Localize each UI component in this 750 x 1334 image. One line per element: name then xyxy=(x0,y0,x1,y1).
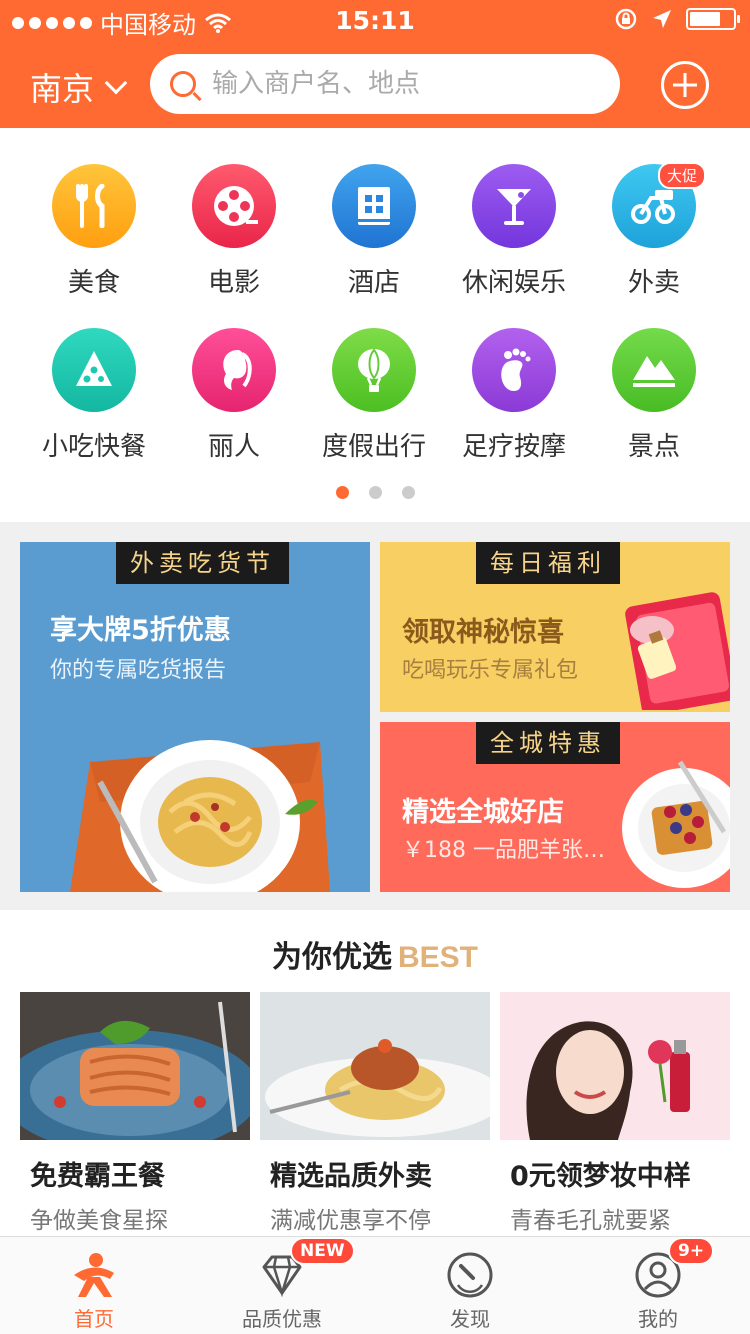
cocktail-icon xyxy=(472,164,556,248)
category-food[interactable]: 美食 xyxy=(24,164,164,299)
page-indicator xyxy=(336,486,415,499)
promo-badge: 每日福利 xyxy=(476,542,620,584)
promo-card-citywide[interactable]: 全城特惠 精选全城好店 ￥188 一品肥羊张… xyxy=(380,722,730,892)
pick-card-free-meal[interactable]: 免费霸王餐 争做美食星探 xyxy=(20,992,250,1235)
user-icon: 9+ xyxy=(634,1237,715,1299)
category-travel[interactable]: 度假出行 xyxy=(304,328,444,463)
category-hotel[interactable]: 酒店 xyxy=(304,164,444,299)
category-label: 丽人 xyxy=(207,432,260,462)
category-leisure[interactable]: 休闲娱乐 xyxy=(444,164,584,299)
promo-title: 领取神秘惊喜 xyxy=(402,617,564,648)
bottom-tab-bar: 首页 NEW 品质优惠 发现 9+ 我的 xyxy=(0,1236,750,1334)
model-portrait-image xyxy=(500,992,730,1140)
category-label: 电影 xyxy=(207,268,260,298)
promo-title: 享大牌5折优惠 xyxy=(50,615,231,646)
promo-subtitle: 吃喝玩乐专属礼包 xyxy=(402,658,579,683)
gift-box-image xyxy=(625,592,730,710)
category-label: 景点 xyxy=(627,432,680,462)
compass-icon xyxy=(446,1251,494,1299)
city-selector[interactable]: 南京 xyxy=(30,64,128,110)
search-input[interactable] xyxy=(212,69,592,99)
tab-label: 发现 xyxy=(450,1307,490,1331)
promo-subtitle: 你的专属吃货报告 xyxy=(50,658,227,683)
tab-quality-deals[interactable]: NEW 品质优惠 xyxy=(188,1237,376,1334)
tab-discover[interactable]: 发现 xyxy=(376,1237,564,1334)
pick-subtitle: 争做美食星探 xyxy=(30,1208,168,1234)
add-button[interactable] xyxy=(661,61,709,109)
promo-title: 精选全城好店 xyxy=(402,797,564,828)
section-title-cn: 为你优选 xyxy=(271,940,392,975)
city-label: 南京 xyxy=(30,70,95,108)
promo-card-daily[interactable]: 每日福利 领取神秘惊喜 吃喝玩乐专属礼包 xyxy=(380,542,730,712)
status-bar: 中国移动 15:11 xyxy=(0,0,750,40)
category-scenic[interactable]: 景点 xyxy=(584,328,724,463)
pick-card-makeup-sample[interactable]: 0元领梦妆中样 青春毛孔就要紧 xyxy=(500,992,730,1235)
pick-subtitle: 青春毛孔就要紧 xyxy=(510,1208,671,1234)
location-arrow-icon xyxy=(653,10,671,28)
status-right xyxy=(614,7,740,31)
foot-icon xyxy=(472,328,556,412)
tab-home[interactable]: 首页 xyxy=(0,1237,188,1334)
salmon-dish-image xyxy=(20,992,250,1140)
section-title: 为你优选 BEST xyxy=(0,932,750,976)
best-picks-section: 为你优选 BEST 免费霸王餐 争做美食星探 精选品质外卖 满减优惠享不停 0元… xyxy=(0,910,750,1236)
page-dot-active[interactable] xyxy=(336,486,349,499)
pasta-dish-image xyxy=(260,992,490,1140)
search-bar[interactable] xyxy=(150,54,620,114)
promo-subtitle: ￥188 一品肥羊张… xyxy=(402,838,605,863)
new-badge: NEW xyxy=(290,1237,355,1265)
category-label: 酒店 xyxy=(347,268,400,298)
pick-title: 0元领梦妆中样 xyxy=(510,1161,691,1192)
section-title-en: BEST xyxy=(397,941,478,974)
category-snack[interactable]: 小吃快餐 xyxy=(24,328,164,463)
film-reel-icon xyxy=(192,164,276,248)
page-dot[interactable] xyxy=(402,486,415,499)
category-massage[interactable]: 足疗按摩 xyxy=(444,328,584,463)
pick-title: 免费霸王餐 xyxy=(30,1161,165,1192)
page-dot[interactable] xyxy=(369,486,382,499)
search-icon xyxy=(170,71,196,97)
category-takeout[interactable]: 大促 外卖 xyxy=(584,162,724,299)
category-label: 外卖 xyxy=(627,268,680,298)
pick-title: 精选品质外卖 xyxy=(270,1161,432,1192)
diamond-icon: NEW xyxy=(258,1237,355,1299)
category-beauty[interactable]: 丽人 xyxy=(164,328,304,463)
chevron-down-icon xyxy=(104,71,128,95)
category-tag: 大促 xyxy=(657,162,706,189)
category-label: 足疗按摩 xyxy=(461,432,566,462)
category-label: 小吃快餐 xyxy=(41,432,146,462)
pick-card-quality-takeout[interactable]: 精选品质外卖 满减优惠享不停 xyxy=(260,992,490,1235)
notification-badge: 9+ xyxy=(668,1237,715,1265)
home-person-icon xyxy=(70,1251,118,1299)
promo-badge: 全城特惠 xyxy=(476,722,620,764)
top-header: 中国移动 15:11 南京 xyxy=(0,0,750,128)
battery-icon xyxy=(686,8,740,30)
building-icon xyxy=(332,164,416,248)
waffle-plate-image xyxy=(622,760,730,888)
rotation-lock-icon xyxy=(615,8,637,30)
category-label: 美食 xyxy=(67,268,120,298)
tab-label: 我的 xyxy=(638,1307,678,1331)
category-movie[interactable]: 电影 xyxy=(164,164,304,299)
category-label: 度假出行 xyxy=(321,432,426,462)
tab-label: 首页 xyxy=(74,1307,114,1331)
pizza-slice-icon xyxy=(52,328,136,412)
tab-profile[interactable]: 9+ 我的 xyxy=(564,1237,750,1334)
promo-badge: 外卖吃货节 xyxy=(116,542,289,584)
hot-air-balloon-icon xyxy=(332,328,416,412)
tab-label: 品质优惠 xyxy=(242,1307,322,1331)
promo-section: 外卖吃货节 享大牌5折优惠 你的专属吃货报告 每日福利 领取神秘惊喜 吃喝玩乐专… xyxy=(0,522,750,910)
pasta-plate-image xyxy=(70,740,330,892)
pick-subtitle: 满减优惠享不停 xyxy=(270,1208,431,1234)
category-label: 休闲娱乐 xyxy=(461,268,566,298)
fork-knife-icon xyxy=(52,164,136,248)
scooter-icon: 大促 xyxy=(612,162,706,248)
category-grid: 美食 电影 酒店 休闲娱乐 大促 外卖 小吃快餐 丽人 度假出行 足疗按摩 景点 xyxy=(0,128,750,522)
woman-profile-icon xyxy=(192,328,276,412)
mountain-icon xyxy=(612,328,696,412)
promo-card-takeout[interactable]: 外卖吃货节 享大牌5折优惠 你的专属吃货报告 xyxy=(20,542,370,892)
